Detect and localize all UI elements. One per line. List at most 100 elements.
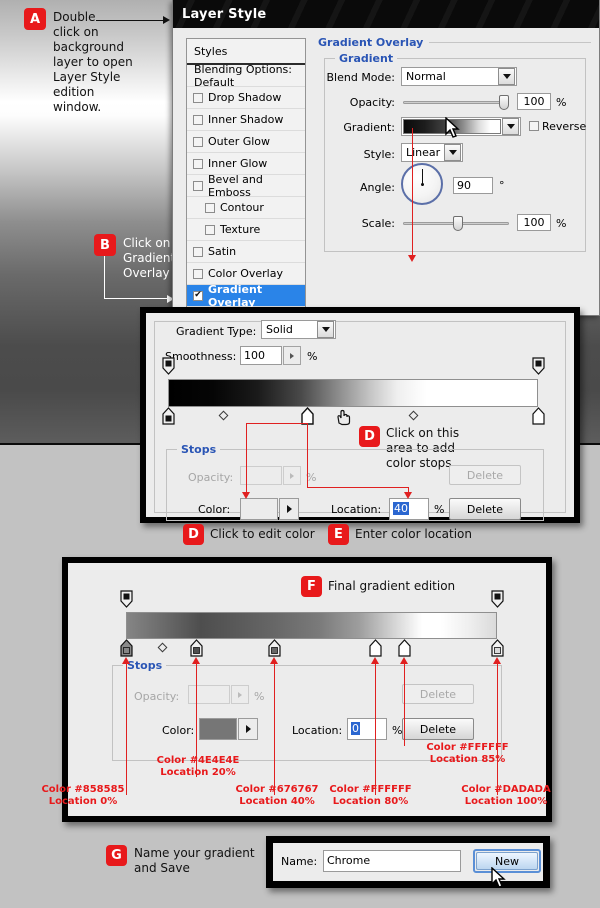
- delete-color-stop-button[interactable]: Delete: [449, 498, 521, 520]
- final-location-input[interactable]: 0: [347, 718, 387, 740]
- callout-stop85-arrowhead: [400, 657, 408, 664]
- styles-item-inner-shadow[interactable]: Inner Shadow: [187, 109, 305, 131]
- chevron-down-icon[interactable]: [317, 321, 334, 338]
- opacity-stop-end[interactable]: [532, 357, 545, 375]
- section-rule: [429, 42, 591, 43]
- opacity-stop-start[interactable]: [162, 357, 175, 375]
- smoothness-input[interactable]: 100: [240, 346, 282, 365]
- final-delete-color-button[interactable]: Delete: [402, 718, 474, 740]
- final-opacity-input[interactable]: [188, 685, 230, 704]
- styles-panel[interactable]: Styles Blending Options: Default Drop Sh…: [186, 38, 306, 309]
- gradient-group-title: Gradient: [335, 52, 398, 65]
- annotation-text-a: Double click on background layer to open…: [53, 10, 133, 114]
- final-gradient-panel[interactable]: F Final gradient edition Stops Opacity: …: [62, 557, 552, 822]
- gradient-editor-panel[interactable]: Gradient Type: Solid Smoothness: 100 % D…: [140, 307, 580, 523]
- final-color-stop-40[interactable]: [268, 639, 281, 657]
- callout-stop100-arrowhead: [493, 657, 501, 664]
- reverse-checkbox[interactable]: [529, 121, 539, 131]
- final-color-stop-20[interactable]: [190, 639, 203, 657]
- opacity-label: Opacity:: [349, 96, 395, 109]
- checkbox-bevel-and-emboss[interactable]: [193, 180, 203, 191]
- scale-unit: %: [556, 217, 567, 230]
- callout-label-stop-100: Color #DADADA Location 100%: [461, 784, 551, 807]
- opacity-slider[interactable]: [403, 95, 509, 110]
- checkbox-outer-glow[interactable]: [193, 136, 203, 147]
- checkbox-texture[interactable]: [205, 224, 215, 235]
- stop-color-swatch[interactable]: [240, 498, 278, 520]
- callout-stop100-line: [497, 663, 498, 795]
- styles-item-label: Texture: [220, 223, 261, 236]
- final-color-picker-arrow[interactable]: [238, 718, 258, 740]
- checkbox-inner-glow[interactable]: [193, 158, 203, 169]
- smoothness-unit: %: [307, 350, 318, 363]
- styles-item-contour[interactable]: Contour: [187, 197, 305, 219]
- annotation-b-line-v: [104, 256, 105, 299]
- stop-color-picker-arrow[interactable]: [279, 498, 299, 520]
- styles-item-label: Inner Shadow: [208, 113, 284, 126]
- scale-input[interactable]: 100: [517, 214, 551, 231]
- styles-item-blending-options[interactable]: Blending Options: Default: [187, 63, 305, 89]
- color-stop-0[interactable]: [162, 407, 175, 425]
- callout-label-stop-80: Color #FFFFFF Location 80%: [329, 784, 412, 807]
- smoothness-stepper[interactable]: [283, 346, 301, 365]
- final-delete-opacity-button[interactable]: Delete: [402, 684, 474, 704]
- checkbox-color-overlay[interactable]: [193, 268, 203, 279]
- styles-header-label: Styles: [194, 44, 228, 58]
- final-midpoint-marker[interactable]: [157, 642, 168, 653]
- save-gradient-dialog[interactable]: Name: Chrome New: [266, 836, 550, 888]
- final-color-label: Color:: [162, 724, 195, 737]
- delete-opacity-stop-button[interactable]: Delete: [449, 465, 521, 485]
- color-stop-selected[interactable]: [301, 407, 314, 425]
- chevron-down-icon[interactable]: [502, 118, 519, 135]
- checkbox-contour[interactable]: [205, 202, 215, 213]
- styles-item-satin[interactable]: Satin: [187, 241, 305, 263]
- final-opacity-stop-start[interactable]: [120, 590, 133, 608]
- gradient-type-select[interactable]: Solid: [261, 320, 336, 339]
- styles-item-gradient-overlay[interactable]: ✔ Gradient Overlay: [187, 283, 305, 309]
- scale-slider-knob[interactable]: [453, 216, 463, 231]
- blend-mode-select[interactable]: Normal: [401, 67, 517, 86]
- chevron-down-icon[interactable]: [498, 68, 515, 85]
- checkbox-satin[interactable]: [193, 246, 203, 257]
- final-color-stop-80[interactable]: [369, 639, 382, 657]
- opacity-input[interactable]: 100: [517, 93, 551, 110]
- angle-unit: °: [499, 179, 505, 192]
- callout-stop0-line: [126, 663, 127, 795]
- callout-label-stop-0: Color #858585 Location 0%: [41, 784, 125, 807]
- annotation-badge-a: A: [24, 8, 46, 30]
- color-stop-100[interactable]: [532, 407, 545, 425]
- callout-stop20-arrowhead: [192, 657, 200, 664]
- style-select[interactable]: Linear: [401, 143, 463, 162]
- gradient-overlay-pane: Gradient Overlay Gradient Blend Mode: No…: [318, 36, 591, 252]
- chevron-down-icon[interactable]: [444, 144, 461, 161]
- styles-item-texture[interactable]: Texture: [187, 219, 305, 241]
- checkbox-drop-shadow[interactable]: [193, 92, 203, 103]
- styles-item-bevel-and-emboss[interactable]: Bevel and Emboss: [187, 173, 305, 199]
- final-color-stop-0[interactable]: [120, 639, 133, 657]
- layer-style-titlebar[interactable]: Layer Style: [173, 0, 599, 28]
- opacity-slider-knob[interactable]: [499, 95, 509, 110]
- final-location-unit: %: [392, 724, 403, 737]
- annotation-text-e: Enter color location: [355, 527, 472, 541]
- angle-dial[interactable]: [401, 163, 443, 205]
- opacity-unit: %: [556, 96, 567, 109]
- gradient-preview-bar[interactable]: [168, 379, 538, 407]
- scale-slider[interactable]: [403, 216, 509, 231]
- checkbox-gradient-overlay[interactable]: ✔: [193, 290, 203, 301]
- stop-opacity-stepper[interactable]: [283, 466, 301, 485]
- styles-item-drop-shadow[interactable]: Drop Shadow: [187, 87, 305, 109]
- styles-item-outer-glow[interactable]: Outer Glow: [187, 131, 305, 153]
- final-color-stop-100[interactable]: [491, 639, 504, 657]
- final-opacity-stepper[interactable]: [231, 685, 249, 704]
- layer-style-window[interactable]: Layer Style Styles Blending Options: Def…: [172, 0, 600, 316]
- gradient-name-input[interactable]: Chrome: [323, 850, 461, 872]
- final-opacity-stop-end[interactable]: [491, 590, 504, 608]
- final-color-stop-85[interactable]: [398, 639, 411, 657]
- stop-location-input[interactable]: 40: [389, 498, 429, 520]
- angle-input[interactable]: 90: [453, 177, 493, 194]
- checkbox-inner-shadow[interactable]: [193, 114, 203, 125]
- final-gradient-bar[interactable]: [126, 612, 497, 639]
- styles-list[interactable]: Drop Shadow Inner Shadow Outer Glow Inner G…: [187, 87, 305, 309]
- final-color-swatch[interactable]: [199, 718, 237, 740]
- gradient-type-value: Solid: [266, 323, 293, 336]
